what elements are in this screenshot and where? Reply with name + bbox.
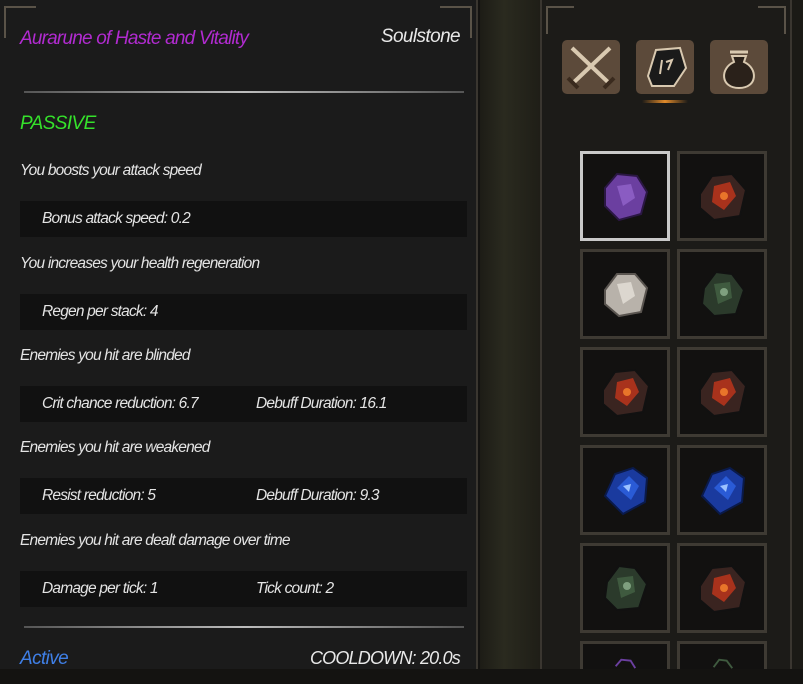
- stat-value: Debuff Duration: 9.3: [256, 487, 380, 504]
- effect-stats: Bonus attack speed: 0.2: [20, 201, 467, 237]
- inventory-slot[interactable]: [580, 347, 670, 437]
- inventory-slot[interactable]: [580, 641, 670, 669]
- item-type: Soulstone: [380, 26, 461, 47]
- ornament-corner: [758, 6, 786, 34]
- inventory-slot[interactable]: [677, 347, 767, 437]
- divider: [24, 91, 464, 93]
- inventory-slot[interactable]: [580, 445, 670, 535]
- item-title: Aurarune of Haste and Vitality: [20, 28, 249, 49]
- effect-description: You boosts your attack speed: [20, 162, 202, 179]
- stat-value: Crit chance reduction: 6.7: [42, 395, 199, 412]
- red-soulstone-icon: [699, 368, 748, 418]
- inventory-slot[interactable]: [677, 543, 767, 633]
- stat-value: Debuff Duration: 16.1: [256, 395, 387, 412]
- inventory-slot[interactable]: [677, 249, 767, 339]
- green-soulstone-icon: [712, 658, 734, 669]
- cooldown-value: COOLDOWN: 20.0s: [309, 648, 461, 668]
- red-soulstone-icon: [699, 172, 748, 222]
- stat-value: Regen per stack: 4: [42, 303, 159, 320]
- red-soulstone-icon: [699, 564, 748, 614]
- blue-soulstone-icon: [700, 466, 746, 516]
- effect-stats: Damage per tick: 1 Tick count: 2: [20, 571, 467, 607]
- inventory-slot[interactable]: [580, 151, 670, 241]
- effect-description: Enemies you hit are blinded: [20, 347, 190, 364]
- inventory-slot[interactable]: [677, 445, 767, 535]
- inventory-slot[interactable]: [580, 543, 670, 633]
- effect-description: You increases your health regeneration: [20, 255, 260, 272]
- tab-loot[interactable]: [708, 38, 770, 96]
- active-label: Active: [20, 648, 69, 669]
- effect-stats: Regen per stack: 4: [20, 294, 467, 330]
- crossed-swords-icon: [562, 40, 620, 94]
- tab-equipment[interactable]: [560, 38, 622, 96]
- white-soulstone-icon: [604, 273, 649, 318]
- divider: [24, 626, 464, 628]
- active-tab-indicator: [642, 100, 688, 103]
- green-soulstone-icon: [700, 270, 746, 318]
- ornament-corner: [546, 6, 574, 34]
- stat-value: Resist reduction: 5: [42, 487, 156, 504]
- effect-description: Enemies you hit are weakened: [20, 439, 210, 456]
- effect-stats: Crit chance reduction: 6.7 Debuff Durati…: [20, 386, 467, 422]
- stat-value: Damage per tick: 1: [42, 580, 158, 597]
- inventory-slot[interactable]: [677, 151, 767, 241]
- inventory-slot[interactable]: [677, 641, 767, 669]
- inventory-panel: [540, 0, 792, 669]
- stat-value: Tick count: 2: [256, 580, 334, 597]
- loot-bag-icon: [710, 40, 768, 94]
- purple-soulstone-icon: [604, 172, 649, 222]
- background-strip: [480, 0, 540, 669]
- effect-stats: Resist reduction: 5 Debuff Duration: 9.3: [20, 478, 467, 514]
- blue-soulstone-icon: [603, 466, 649, 516]
- green-soulstone-icon: [603, 564, 649, 612]
- stat-value: Bonus attack speed: 0.2: [42, 210, 191, 227]
- effect-description: Enemies you hit are dealt damage over ti…: [20, 532, 290, 549]
- red-soulstone-icon: [602, 368, 651, 418]
- purple-soulstone-icon: [614, 658, 637, 669]
- passive-label: PASSIVE: [20, 113, 96, 134]
- tab-soulstones[interactable]: [634, 38, 696, 96]
- inventory-slot[interactable]: [580, 249, 670, 339]
- item-tooltip: Aurarune of Haste and Vitality Soulstone…: [0, 0, 478, 669]
- rune-stone-icon: [636, 40, 694, 94]
